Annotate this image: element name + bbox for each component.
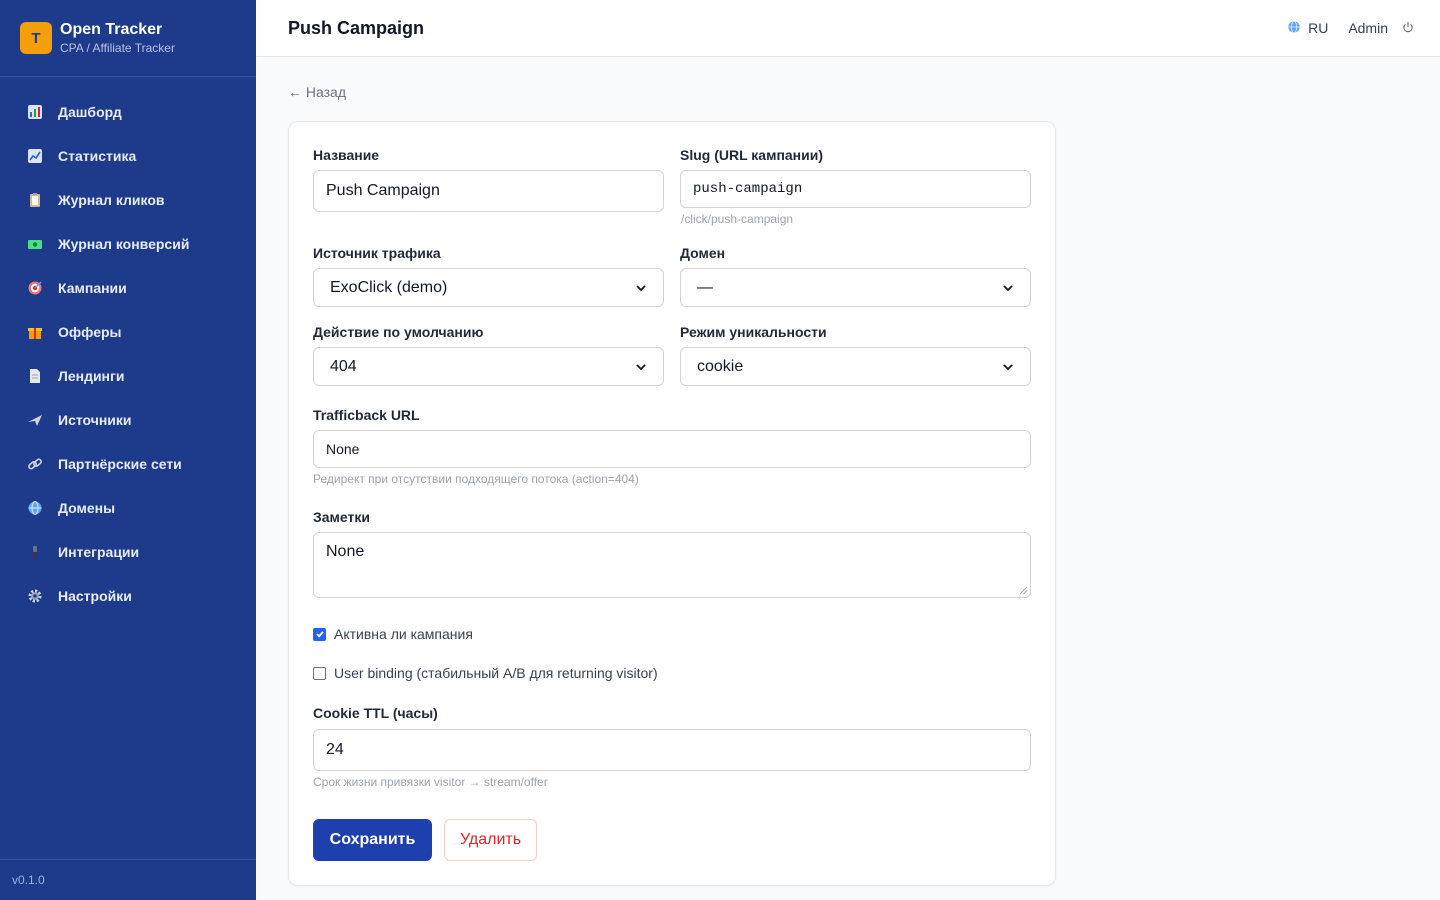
- user-binding-checkbox-row[interactable]: User binding (стабильный A/B для returni…: [313, 665, 658, 681]
- domain-select[interactable]: —: [680, 268, 1031, 307]
- language-switcher[interactable]: RU: [1287, 20, 1328, 37]
- sidebar-item-label: Журнал кликов: [58, 192, 165, 208]
- save-button[interactable]: Сохранить: [313, 819, 432, 861]
- app-logo: T: [20, 22, 52, 54]
- sidebar-item-landings[interactable]: Лендинги: [0, 354, 256, 398]
- sidebar-item-label: Настройки: [58, 588, 132, 604]
- trafficback-url-label: Trafficback URL: [313, 407, 420, 423]
- sidebar-item-integrations[interactable]: Интеграции: [0, 530, 256, 574]
- page-title: Push Campaign: [288, 17, 425, 38]
- sidebar-item-label: Дашборд: [58, 104, 122, 120]
- gift-icon: [26, 323, 44, 341]
- globe-icon: [1287, 20, 1301, 37]
- sidebar-item-affiliate-networks[interactable]: Партнёрские сети: [0, 442, 256, 486]
- cookie-ttl-input[interactable]: 24: [313, 729, 1031, 771]
- default-action-label: Действие по умолчанию: [313, 324, 484, 340]
- traffic-source-select[interactable]: ExoClick (demo): [313, 268, 664, 307]
- sidebar: T Open Tracker CPA / Affiliate Tracker Д…: [0, 0, 256, 900]
- user-binding-label: User binding (стабильный A/B для returni…: [334, 665, 658, 681]
- active-campaign-checkbox-row[interactable]: Активна ли кампания: [313, 626, 473, 642]
- chevron-down-icon: [636, 284, 646, 291]
- line-chart-icon: [26, 147, 44, 165]
- logout-power-icon[interactable]: [1402, 20, 1414, 36]
- resize-grip-icon[interactable]: [1019, 586, 1028, 595]
- back-link[interactable]: ← Назад: [288, 84, 346, 100]
- app-version: v0.1.0: [0, 859, 256, 900]
- sidebar-item-offers[interactable]: Офферы: [0, 310, 256, 354]
- cookie-ttl-hint: Срок жизни привязки visitor → stream/off…: [313, 775, 548, 789]
- sidebar-item-campaigns[interactable]: Кампании: [0, 266, 256, 310]
- notes-textarea[interactable]: None: [313, 532, 1031, 598]
- notes-value: None: [326, 543, 365, 560]
- sidebar-item-sources[interactable]: Источники: [0, 398, 256, 442]
- name-input[interactable]: Push Campaign: [313, 170, 664, 212]
- sidebar-item-label: Кампании: [58, 280, 127, 296]
- clipboard-icon: [26, 191, 44, 209]
- sidebar-item-click-log[interactable]: Журнал кликов: [0, 178, 256, 222]
- app-subtitle: CPA / Affiliate Tracker: [60, 41, 175, 55]
- sidebar-item-dashboard[interactable]: Дашборд: [0, 90, 256, 134]
- traffic-source-value: ExoClick (demo): [330, 278, 448, 296]
- sidebar-item-label: Домены: [58, 500, 116, 516]
- checkmark-icon: [315, 631, 324, 638]
- sidebar-item-label: Офферы: [58, 324, 122, 340]
- chevron-down-icon: [1003, 363, 1013, 370]
- domain-label: Домен: [680, 245, 726, 261]
- domain-value: —: [697, 278, 713, 296]
- uniqueness-mode-label: Режим уникальности: [680, 324, 827, 340]
- sidebar-item-statistics[interactable]: Статистика: [0, 134, 256, 178]
- trafficback-url-hint: Редирект при отсутствии подходящего пото…: [313, 472, 639, 486]
- brand: T Open Tracker CPA / Affiliate Tracker: [0, 0, 256, 77]
- name-label: Название: [313, 147, 380, 163]
- sidebar-item-label: Лендинги: [58, 368, 125, 384]
- trafficback-url-input[interactable]: None: [313, 430, 1031, 468]
- sidebar-item-conversion-log[interactable]: Журнал конверсий: [0, 222, 256, 266]
- slug-input[interactable]: push-campaign: [680, 170, 1031, 208]
- sidebar-item-label: Партнёрские сети: [58, 456, 182, 472]
- user-binding-checkbox[interactable]: [313, 666, 326, 680]
- default-action-select[interactable]: 404: [313, 347, 664, 386]
- uniqueness-mode-select[interactable]: cookie: [680, 347, 1031, 386]
- globe-icon: [26, 499, 44, 517]
- airplane-icon: [26, 411, 44, 429]
- active-campaign-checkbox[interactable]: [313, 627, 326, 641]
- delete-button[interactable]: Удалить: [444, 819, 537, 861]
- uniqueness-mode-value: cookie: [697, 357, 744, 375]
- target-icon: [26, 279, 44, 297]
- user-name: Admin: [1348, 20, 1388, 36]
- sidebar-item-label: Интеграции: [58, 544, 140, 560]
- plug-icon: [26, 543, 44, 561]
- cookie-ttl-label: Cookie TTL (часы): [313, 705, 438, 721]
- money-icon: [26, 235, 44, 253]
- chevron-down-icon: [636, 363, 646, 370]
- sidebar-item-domains[interactable]: Домены: [0, 486, 256, 530]
- header-actions: RU Admin: [1287, 0, 1414, 56]
- sidebar-item-label: Источники: [58, 412, 132, 428]
- campaign-form-card: Название Push Campaign Slug (URL кампани…: [288, 121, 1056, 886]
- traffic-source-label: Источник трафика: [313, 245, 441, 261]
- sidebar-item-settings[interactable]: Настройки: [0, 574, 256, 618]
- app-name: Open Tracker: [60, 21, 163, 38]
- sidebar-nav: Дашборд Статистика Журнал кликов Журнал …: [0, 77, 256, 618]
- active-campaign-label: Активна ли кампания: [334, 626, 473, 642]
- notes-label: Заметки: [313, 509, 370, 525]
- chevron-down-icon: [1003, 284, 1013, 291]
- bar-chart-icon: [26, 103, 44, 121]
- page-icon: [26, 367, 44, 385]
- gear-icon: [26, 587, 44, 605]
- link-icon: [26, 455, 44, 473]
- slug-hint: /click/push-campaign: [681, 212, 794, 226]
- language-code: RU: [1308, 20, 1329, 36]
- top-bar: Push Campaign RU Admin: [256, 0, 1440, 57]
- sidebar-item-label: Журнал конверсий: [58, 236, 190, 252]
- slug-label: Slug (URL кампании): [680, 147, 824, 163]
- default-action-value: 404: [330, 357, 357, 375]
- sidebar-item-label: Статистика: [58, 148, 137, 164]
